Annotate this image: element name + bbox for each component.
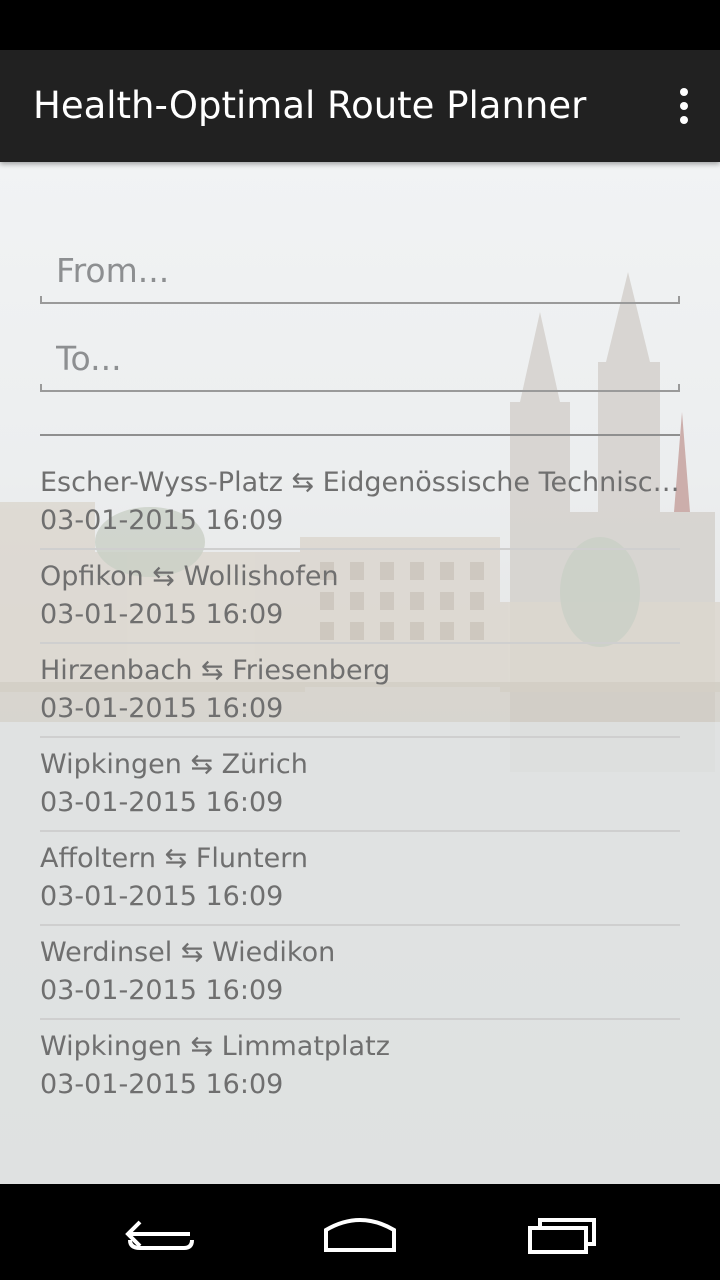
route-label: Hirzenbach ⇆ Friesenberg [40,655,391,686]
list-item[interactable]: Werdinsel ⇆ Wiedikon 03-01-2015 16:09 [40,926,680,1020]
more-vert-icon[interactable] [664,82,704,130]
list-item[interactable]: Wipkingen ⇆ Limmatplatz 03-01-2015 16:09 [40,1020,680,1112]
to-input[interactable] [40,328,676,388]
to-underline [40,384,680,392]
list-item[interactable]: Wipkingen ⇆ Zürich 03-01-2015 16:09 [40,738,680,832]
route-label: Werdinsel ⇆ Wiedikon [40,937,336,968]
list-item[interactable]: Opfikon ⇆ Wollishofen 03-01-2015 16:09 [40,550,680,644]
route-date: 03-01-2015 16:09 [40,1069,284,1100]
navigation-bar [0,1184,720,1280]
from-underline [40,296,680,304]
list-item[interactable]: Hirzenbach ⇆ Friesenberg 03-01-2015 16:0… [40,644,680,738]
divider [40,434,680,436]
list-item[interactable]: Escher-Wyss-Platz ⇆ Eidgenössische Techn… [40,456,680,550]
recent-apps-icon[interactable] [512,1204,612,1260]
route-history-list: Escher-Wyss-Platz ⇆ Eidgenössische Techn… [40,456,680,1112]
app-title: Health-Optimal Route Planner [33,84,587,127]
status-bar [0,0,720,50]
route-label: Wipkingen ⇆ Limmatplatz [40,1031,390,1062]
home-icon[interactable] [310,1204,410,1260]
route-label: Wipkingen ⇆ Zürich [40,749,308,780]
action-bar: Health-Optimal Route Planner [0,50,720,162]
list-item[interactable]: Affoltern ⇆ Fluntern 03-01-2015 16:09 [40,832,680,926]
route-date: 03-01-2015 16:09 [40,505,284,536]
route-label: Affoltern ⇆ Fluntern [40,843,309,874]
to-field[interactable] [40,328,680,392]
from-input[interactable] [40,240,676,300]
route-date: 03-01-2015 16:09 [40,881,284,912]
route-label: Escher-Wyss-Platz ⇆ Eidgenössische Techn… [40,467,680,498]
route-date: 03-01-2015 16:09 [40,787,284,818]
route-date: 03-01-2015 16:09 [40,975,284,1006]
route-date: 03-01-2015 16:09 [40,599,284,630]
route-date: 03-01-2015 16:09 [40,693,284,724]
route-label: Opfikon ⇆ Wollishofen [40,561,339,592]
from-field[interactable] [40,240,680,304]
back-icon[interactable] [110,1204,210,1260]
main-content: Escher-Wyss-Platz ⇆ Eidgenössische Techn… [0,162,720,1184]
